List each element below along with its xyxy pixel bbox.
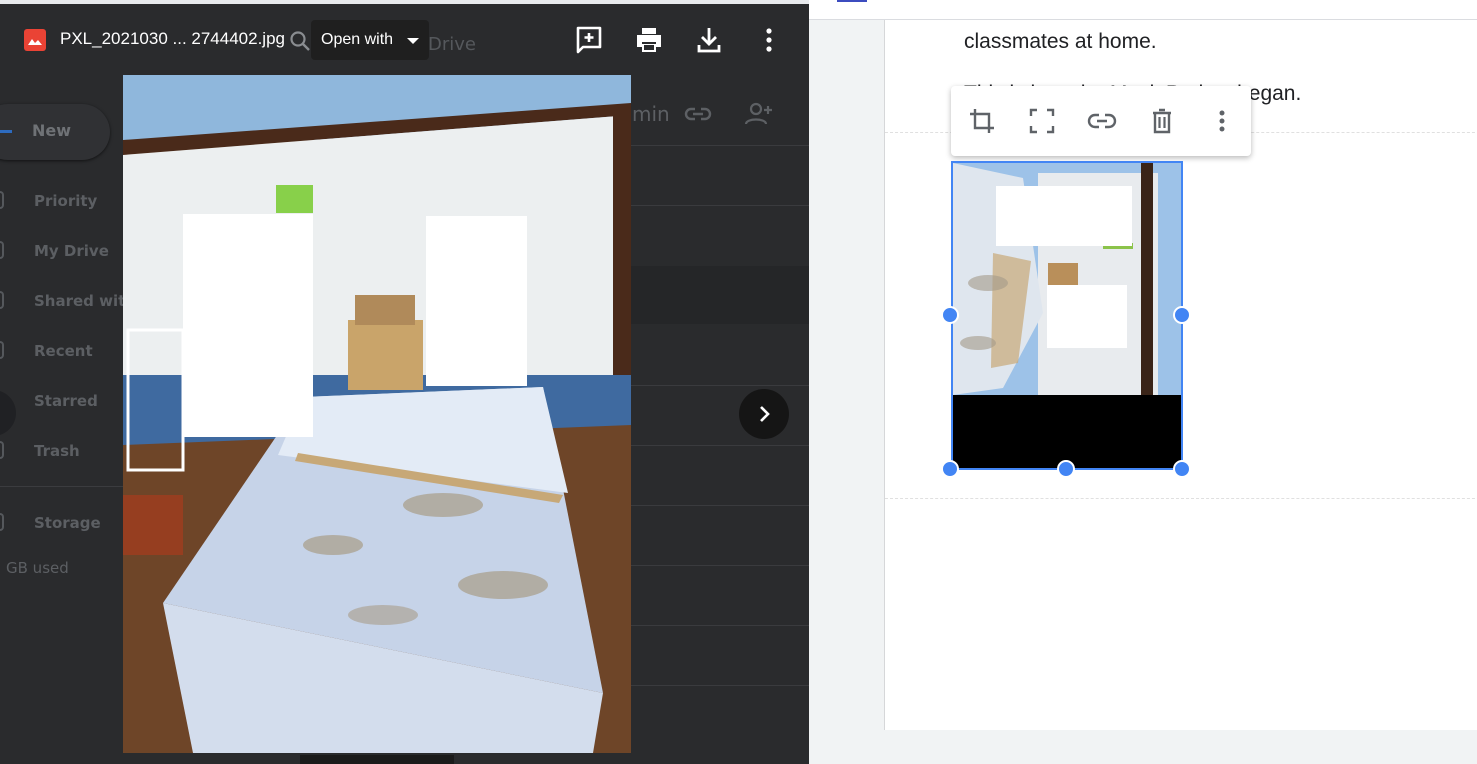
file-row-selected [631,266,809,324]
my-drive-icon [0,241,4,259]
resize-handle-left[interactable] [941,306,959,324]
image-row-bottom-border [885,498,1477,499]
new-button-label: New [32,121,72,140]
add-comment-button[interactable] [573,24,605,56]
active-tab-indicator [837,0,867,2]
open-with-button[interactable]: Open with [311,20,429,60]
drive-window: Drive min New Priority My Drive Shared w… [0,0,809,764]
next-file-button[interactable] [739,389,789,439]
file-row-divider [631,445,809,446]
docs-window: classmates at home. This is how the Mask… [809,0,1477,764]
storage-usage-text: GB used [6,559,69,577]
file-row-divider [631,145,809,146]
nav-item-trash[interactable]: Trash [34,442,80,460]
insert-link-button[interactable] [1087,106,1117,136]
search-icon [290,31,310,51]
doc-page[interactable]: classmates at home. This is how the Mask… [884,20,1477,730]
nav-item-my-drive[interactable]: My Drive [34,242,109,260]
crop-button[interactable] [967,106,997,136]
priority-icon [0,191,4,209]
plus-icon [0,130,12,133]
add-comment-icon [576,26,602,54]
doc-paragraph[interactable]: classmates at home. [964,30,1157,54]
nav-item-recent[interactable]: Recent [34,342,93,360]
fullscreen-icon [1029,108,1055,134]
viewer-photo [123,75,631,753]
nav-item-storage[interactable]: Storage [34,514,101,532]
file-row-divider [631,205,809,206]
more-options-button[interactable] [753,24,785,56]
viewer-bottom-bar [300,755,454,764]
share-link-icon [684,107,712,121]
download-button[interactable] [693,24,725,56]
nav-item-shared-with[interactable]: Shared with [34,292,136,310]
nav-divider [0,486,123,487]
resize-handle-right[interactable] [1173,306,1191,324]
doc-toolbar-strip [809,0,1477,20]
download-icon [697,28,721,53]
resize-handle-bottom-left[interactable] [941,460,959,478]
resize-handle-bottom-right[interactable] [1173,460,1191,478]
storage-icon [0,513,4,531]
more-vert-icon [1219,110,1225,132]
resize-handle-bottom[interactable] [1057,460,1075,478]
inline-image-illustration [953,163,1181,468]
reset-image-size-button[interactable] [1027,106,1057,136]
add-person-icon [744,102,772,125]
chevron-down-icon [407,38,419,44]
selected-inline-image[interactable] [951,161,1183,470]
collapsed-panel-button[interactable] [0,390,16,436]
new-button[interactable]: New [0,104,110,160]
viewer-file-name: PXL_2021030 ... 2744402.jpg [60,29,285,48]
print-button[interactable] [633,24,665,56]
file-row-divider [631,625,809,626]
recent-icon [0,341,4,359]
classroom-photo-illustration [123,75,631,753]
screen: Drive min New Priority My Drive Shared w… [0,0,1477,764]
shared-icon [0,291,4,309]
link-icon [1087,113,1117,129]
chevron-right-icon [760,406,770,422]
open-with-label: Open with [321,31,394,48]
image-options-toolbar [951,86,1251,156]
trash-icon [0,441,4,459]
more-image-options-button[interactable] [1207,106,1237,136]
file-row-divider [631,565,809,566]
drive-search-fragment: Drive [428,34,476,55]
nav-item-priority[interactable]: Priority [34,192,97,210]
image-file-icon [24,29,46,51]
file-row-divider [631,505,809,506]
drive-breadcrumb-fragment: min [632,102,670,126]
delete-image-button[interactable] [1147,106,1177,136]
more-vert-icon [766,28,772,52]
file-row-divider [631,385,809,386]
print-icon [637,28,661,52]
nav-item-starred[interactable]: Starred [34,392,98,410]
crop-icon [970,109,994,133]
file-row-divider [631,685,809,686]
delete-icon [1153,108,1171,134]
